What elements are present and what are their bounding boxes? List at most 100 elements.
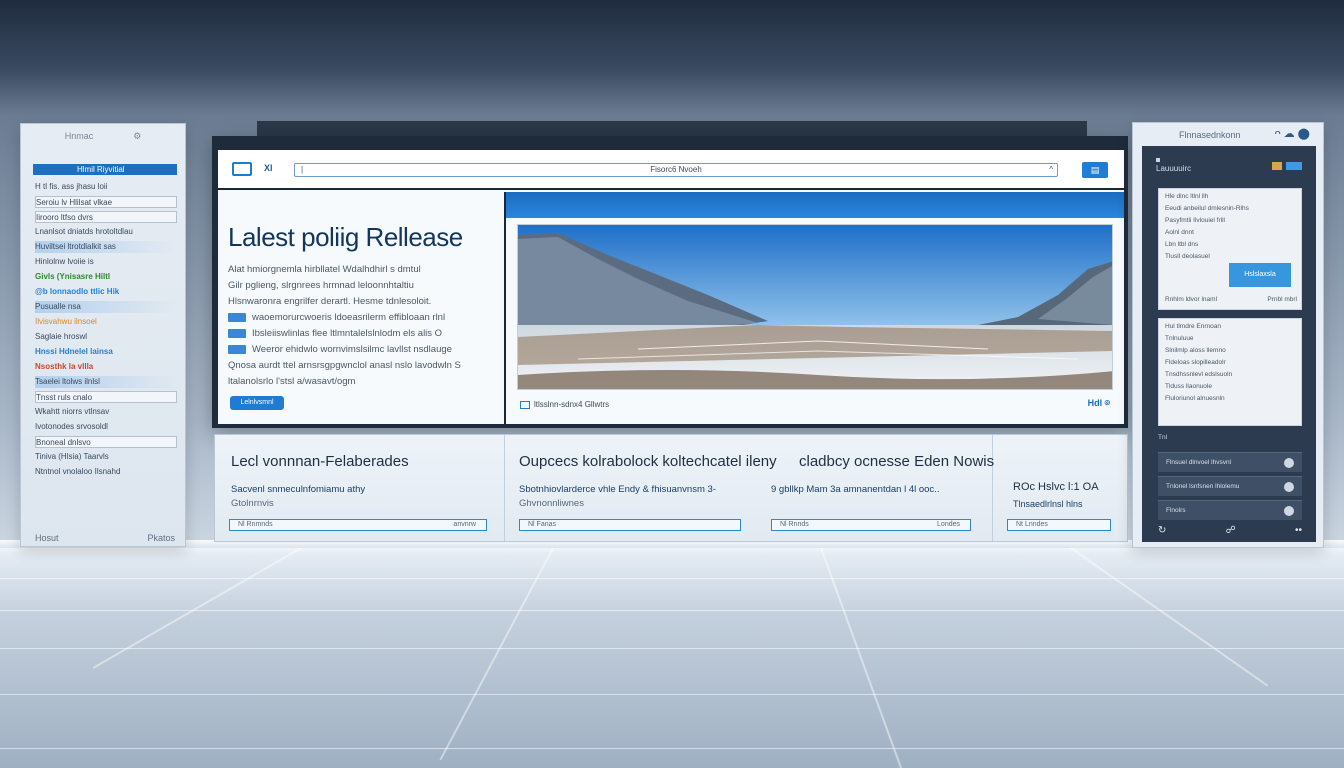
left-panel-item[interactable]: Tiniva (Hlsia) Taarvls — [35, 451, 177, 463]
left-panel-item[interactable]: Hinlolnw lvoiie is — [35, 256, 177, 268]
left-panel-item[interactable]: Nsosthk la vllla — [35, 361, 177, 373]
news-input[interactable]: Nl Fanas — [519, 519, 741, 531]
left-panel-item[interactable]: Lnanlsot dniatds hrotoltdlau — [35, 226, 177, 238]
left-sidebar-panel: Hnmac ⚙ Hlmil Riyvitial H tl fis. ass jh… — [20, 123, 186, 547]
floor-line — [0, 648, 1344, 649]
left-panel-item[interactable]: Seroiu lv Hlilsat vlkae — [35, 196, 177, 208]
card-line: Tnsdhssnlevl edslsuoln — [1165, 371, 1233, 378]
card-line: Hul tlmdre Enrnoan — [1165, 323, 1221, 330]
card-line: Lbn ltbl dns — [1165, 241, 1199, 248]
left-panel-item[interactable]: H tl fis. ass jhasu loii — [35, 181, 177, 193]
article-line: ltalanolsrlo l'stsl a/wasavt/ogm — [228, 376, 356, 387]
left-panel-item[interactable]: Ivotonodes srvosoldl — [35, 421, 177, 433]
list-row-label: Tnlonel lsnfsnen lhlolemu — [1166, 483, 1240, 490]
left-panel-item[interactable]: Bnoneal dnlsvo — [35, 436, 177, 448]
left-footer-link[interactable]: Pkatos — [147, 533, 175, 543]
card-footer-right[interactable]: Prnbl mbrl — [1267, 295, 1297, 304]
card-footer-left[interactable]: Rnhlm ldvor lnaml — [1165, 295, 1217, 304]
toggle-icon[interactable] — [1284, 458, 1294, 468]
bookmark-icon: ▤ — [1090, 165, 1100, 175]
news-card[interactable]: Oupcecs kolrabolock koltechcatel ileny S… — [505, 435, 777, 541]
card-line: Aolnl dnnt — [1165, 229, 1194, 236]
news-card[interactable]: ROc Hslvc l:1 OA Tlnsaedlrlnsl hlns Nt L… — [993, 435, 1127, 541]
article-line: Hlsnwaronra engrilfer derartl. Hesme tdn… — [228, 296, 432, 307]
card-footer: Rnhlm ldvor lnaml Prnbl mbrl — [1165, 295, 1297, 304]
left-panel-item[interactable]: Pusualle nsa — [35, 301, 177, 313]
left-panel-item[interactable]: Tnsst ruls cnalo — [35, 391, 177, 403]
left-panel-item[interactable]: Wkahtt niorrs vtlnsav — [35, 406, 177, 418]
left-panel-active-item[interactable]: Hlmil Riyvitial — [33, 164, 177, 175]
news-summary-line: Ghvnonnliwnes — [519, 498, 584, 509]
left-panel-item[interactable]: Ntntnol vnolaloo Ilsnahd — [35, 466, 177, 478]
image-icon — [520, 400, 530, 409]
settings-icon[interactable]: ⌾ — [1105, 398, 1110, 408]
list-row-label: Flnsuel dlnvoel lhvsvnl — [1166, 459, 1232, 466]
left-panel-item[interactable]: Tsaelei ltolws ilnlsl — [35, 376, 177, 388]
toolbar-label[interactable]: Xl — [264, 163, 273, 173]
info-card: Hul tlmdre Enrnoan Tnlnuluue Slnilmlp al… — [1158, 318, 1302, 426]
news-summary-line: 9 gbllkp Mam 3a amnanentdan l 4l ooc.. — [771, 484, 940, 495]
url-bar[interactable]: | Fisorc6 Nvoeh ^ — [294, 163, 1058, 177]
news-input-text: Nl Fanas — [528, 521, 557, 528]
notification-icons[interactable]: ᴖ☁⬤ — [1275, 127, 1313, 140]
card-line: Tnlnuluue — [1165, 335, 1194, 342]
list-row[interactable]: Flnsuel dlnvoel lhvsvnl — [1158, 452, 1302, 472]
news-title[interactable]: cladbcy ocnesse Eden Nowis — [799, 453, 994, 470]
bookmark-button[interactable]: ▤ — [1082, 162, 1108, 178]
article-line: Ibsleiiswlinlas flee ltlmntalelslnlodm e… — [252, 328, 443, 339]
landscape-illustration — [518, 225, 1112, 389]
left-panel-item[interactable]: Ilvisvahwu ilnsoel — [35, 316, 177, 328]
left-panel-item[interactable]: Givls (Ynisasre Hiltl — [35, 271, 177, 283]
toggle-icon[interactable] — [1284, 482, 1294, 492]
image-icon[interactable] — [232, 162, 252, 176]
left-panel-item[interactable]: Huviltsei ltrotdlalkit sas — [35, 241, 177, 253]
news-card[interactable]: cladbcy ocnesse Eden Nowis 9 gbllkp Mam … — [757, 435, 994, 541]
media-tools: Hdl ⌾ — [1088, 398, 1110, 409]
more-icon[interactable]: •• — [1295, 525, 1302, 536]
article-bullet: Weeror ehidwlo wornvimslsilmc lavllst ns… — [228, 342, 498, 358]
news-input-action: Londes — [937, 521, 960, 528]
news-card[interactable]: Lecl vonnnan-Felaberades Sacvenl snmecul… — [215, 435, 505, 541]
folder-icon[interactable] — [1272, 162, 1282, 170]
list-row[interactable]: Tnlonel lsnfsnen lhlolemu — [1158, 476, 1302, 496]
left-panel-item[interactable]: Iirooro ltfso dvrs — [35, 211, 177, 223]
status-dot — [1156, 158, 1160, 162]
card-line: Slnilmlp aloss llemno — [1165, 347, 1226, 354]
left-panel-item[interactable]: @b lonnaodlo ttlic Hik — [35, 286, 177, 298]
news-summary: Sacvenl snmeculnfomiamu athy Gtolnrnvis — [231, 483, 365, 511]
card-line: Hle dlnc ltlnl llh — [1165, 193, 1209, 200]
news-input-text: Nt Lnndes — [1016, 521, 1048, 528]
left-footer-link[interactable]: Hosut — [35, 533, 59, 543]
right-panel-icons — [1272, 162, 1302, 170]
article-title: Lalest poliig Rellease — [228, 222, 463, 252]
news-input[interactable]: Nl Rnnds Londes — [771, 519, 971, 531]
media-tool-label[interactable]: Hdl — [1088, 398, 1103, 408]
news-summary-line: Sbotnhiovlarderce vhle Endy & fhisuanvns… — [519, 484, 716, 495]
browser-top-bezel — [257, 121, 1087, 136]
news-input[interactable]: Nl Rnmnds anvnrw — [229, 519, 487, 531]
read-more-button[interactable]: Lelnlvsmnl — [230, 396, 284, 410]
edit-icon[interactable] — [1284, 506, 1294, 516]
section-label: Tnl — [1158, 434, 1168, 441]
floor-ray — [92, 548, 302, 669]
message-icon[interactable] — [1286, 162, 1302, 170]
news-title[interactable]: ROc Hslvc l:1 OA — [1013, 481, 1099, 493]
news-title[interactable]: Oupcecs kolrabolock koltechcatel ileny — [519, 453, 777, 470]
gear-icon[interactable]: ⚙ — [133, 131, 141, 142]
article-body: Alat hmiorgnemla hirbllatel Wdalhdhirl s… — [228, 262, 498, 390]
left-panel-item[interactable]: Hnssi Hdnelel lainsa — [35, 346, 177, 358]
left-panel-item[interactable]: Saglaie hroswl — [35, 331, 177, 343]
chevron-up-icon[interactable]: ^ — [1049, 164, 1053, 176]
news-title[interactable]: Lecl vonnnan-Felaberades — [231, 453, 409, 470]
news-input[interactable]: Nt Lnndes — [1007, 519, 1111, 531]
caption-text: ltlsslnn-sdnx4 Gllwtrs — [534, 400, 610, 409]
landscape-photo[interactable] — [517, 224, 1113, 390]
link-icon[interactable]: ☍ — [1226, 525, 1236, 536]
card-action-button[interactable]: Hslslaxsla — [1229, 263, 1291, 287]
floor-ray — [820, 548, 905, 768]
left-panel-footer: Hosut Pkatos — [35, 533, 175, 543]
left-panel-header: Hnmac ⚙ — [21, 124, 185, 148]
refresh-icon[interactable]: ↻ — [1158, 525, 1166, 536]
floor-line — [0, 694, 1344, 695]
list-row[interactable]: Flnolrs — [1158, 500, 1302, 520]
